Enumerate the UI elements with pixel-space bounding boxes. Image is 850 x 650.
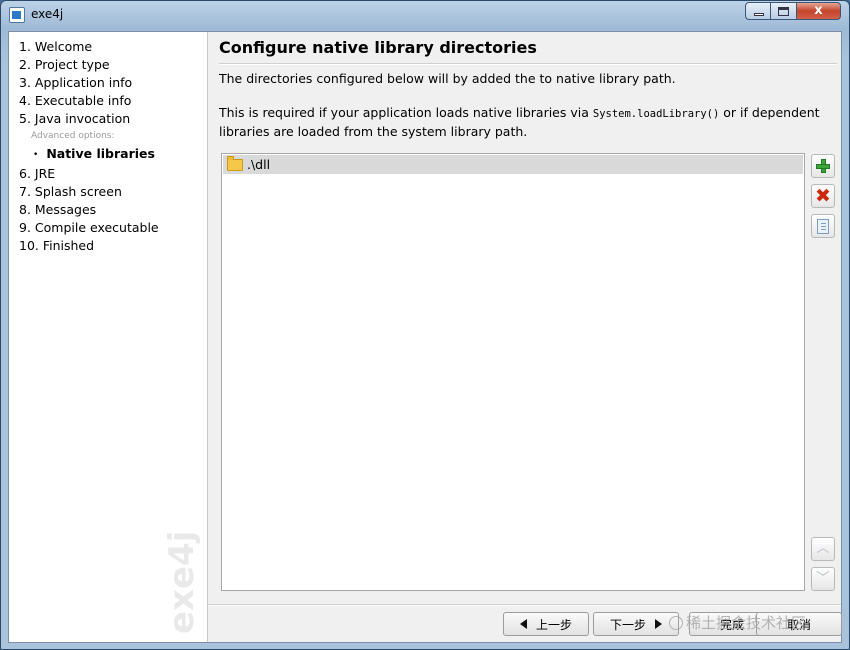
remove-icon: ✖	[815, 185, 831, 207]
next-arrow-icon	[655, 619, 662, 629]
advanced-options-header: Advanced options:	[31, 131, 115, 141]
site-watermark: 稀土掘金技术社区	[669, 612, 806, 633]
description-2: This is required if your application loa…	[219, 104, 839, 140]
step-application-info[interactable]: 3. Application info	[19, 74, 159, 92]
close-button[interactable]: x	[797, 2, 841, 20]
sidebar-watermark: exe4j	[162, 530, 202, 634]
plus-icon	[816, 159, 830, 173]
site-logo-icon	[669, 616, 683, 630]
title-divider	[219, 63, 837, 65]
step-jre[interactable]: 6. JRE	[19, 165, 159, 183]
footer-divider	[208, 604, 841, 606]
next-button[interactable]: 下一步	[593, 612, 679, 636]
copy-icon	[817, 218, 829, 234]
description-2-pre: This is required if your application loa…	[219, 105, 593, 120]
directory-path: .\dll	[247, 157, 271, 172]
step-finished[interactable]: 10. Finished	[19, 237, 159, 255]
app-window: exe4j x 1. Welcome 2. Project type 3. Ap…	[0, 0, 850, 650]
steps-sidebar: 1. Welcome 2. Project type 3. Applicatio…	[9, 32, 208, 642]
arrow-down-icon: ﹀	[816, 571, 830, 586]
list-item[interactable]: .\dll	[223, 155, 803, 174]
step-executable-info[interactable]: 4. Executable info	[19, 92, 159, 110]
directory-list[interactable]: .\dll	[221, 153, 805, 591]
maximize-icon	[778, 7, 789, 16]
step-compile-executable[interactable]: 9. Compile executable	[19, 219, 159, 237]
add-directory-button[interactable]	[811, 154, 835, 178]
step-native-libraries[interactable]: Native libraries	[19, 145, 159, 165]
window-controls: x	[745, 2, 841, 21]
title-bar[interactable]: exe4j x	[1, 1, 849, 29]
minimize-icon	[754, 13, 764, 16]
description-1: The directories configured below will by…	[219, 71, 676, 86]
next-label: 下一步	[609, 617, 646, 632]
steps-list: 1. Welcome 2. Project type 3. Applicatio…	[19, 38, 159, 255]
arrow-up-icon: ︿	[816, 541, 830, 556]
remove-directory-button[interactable]: ✖	[811, 184, 835, 208]
back-arrow-icon	[519, 619, 527, 629]
back-button[interactable]: 上一步	[503, 612, 589, 636]
main-content: Configure native library directories The…	[208, 32, 842, 642]
app-icon	[9, 7, 25, 23]
description-2-code: System.loadLibrary()	[592, 108, 720, 120]
close-icon: x	[814, 3, 823, 18]
page-title: Configure native library directories	[219, 38, 537, 57]
wizard-client: 1. Welcome 2. Project type 3. Applicatio…	[8, 31, 842, 643]
step-project-type[interactable]: 2. Project type	[19, 56, 159, 74]
maximize-button[interactable]	[771, 2, 797, 20]
site-watermark-text: 稀土掘金技术社区	[686, 614, 807, 632]
step-messages[interactable]: 8. Messages	[19, 201, 159, 219]
copy-directory-button[interactable]	[811, 214, 835, 238]
back-label: 上一步	[535, 617, 572, 632]
step-splash-screen[interactable]: 7. Splash screen	[19, 183, 159, 201]
folder-icon	[227, 155, 243, 171]
minimize-button[interactable]	[745, 2, 771, 20]
move-up-button[interactable]: ︿	[811, 537, 835, 561]
step-welcome[interactable]: 1. Welcome	[19, 38, 159, 56]
move-down-button[interactable]: ﹀	[811, 567, 835, 591]
window-title: exe4j	[31, 7, 64, 21]
step-java-invocation[interactable]: 5. Java invocation	[19, 110, 159, 128]
